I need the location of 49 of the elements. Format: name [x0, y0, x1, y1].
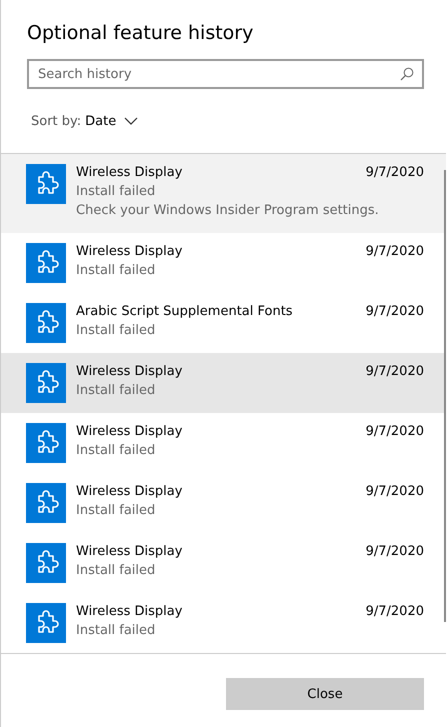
- puzzle-icon: [26, 303, 66, 343]
- search-icon: [400, 67, 414, 81]
- install-status: Install failed: [76, 442, 156, 460]
- install-date: 9/7/2020: [366, 423, 424, 441]
- feature-name: Wireless Display: [76, 243, 184, 261]
- install-status: Install failed: [76, 382, 156, 400]
- install-date: 9/7/2020: [366, 483, 424, 501]
- feature-name: Wireless Display: [76, 164, 184, 182]
- history-item[interactable]: Wireless Display Install failed 9/7/2020: [1, 233, 446, 293]
- puzzle-icon: [26, 423, 66, 463]
- feature-name: Wireless Display: [76, 543, 184, 561]
- feature-name: Wireless Display: [76, 423, 184, 441]
- history-item[interactable]: Arabic Script Supplemental Fonts Install failed 9/7/2020: [1, 293, 446, 353]
- feature-name: Wireless Display: [76, 483, 184, 501]
- install-date: 9/7/2020: [366, 164, 424, 182]
- install-date: 9/7/2020: [366, 363, 424, 381]
- install-date: 9/7/2020: [366, 303, 424, 321]
- sort-dropdown[interactable]: Date: [85, 114, 138, 128]
- install-status: Install failed: [76, 183, 156, 201]
- feature-name: Wireless Display: [76, 603, 184, 621]
- history-item[interactable]: Wireless Display Install failed 9/7/2020: [1, 353, 446, 413]
- install-status: Install failed: [76, 562, 156, 580]
- scrollbar[interactable]: [444, 170, 446, 622]
- puzzle-icon: [26, 363, 66, 403]
- puzzle-icon: [26, 243, 66, 283]
- puzzle-icon: [26, 483, 66, 523]
- install-date: 9/7/2020: [366, 543, 424, 561]
- close-button[interactable]: Close: [226, 678, 424, 710]
- install-date: 9/7/2020: [366, 243, 424, 261]
- feature-name: Arabic Script Supplemental Fonts: [76, 303, 294, 321]
- history-item[interactable]: Wireless Display Install failed 9/7/2020: [1, 413, 446, 473]
- feature-name: Wireless Display: [76, 363, 184, 381]
- puzzle-icon: [26, 543, 66, 583]
- search-field[interactable]: Search history: [27, 59, 424, 89]
- install-status: Install failed: [76, 622, 156, 640]
- history-item[interactable]: Wireless Display Install failed Check your Windows Insider Program settings. 9/7/2020: [1, 154, 446, 233]
- install-status: Install failed: [76, 262, 156, 280]
- puzzle-icon: [26, 603, 66, 643]
- history-item[interactable]: Wireless Display Install failed 9/7/2020: [1, 533, 446, 593]
- install-date: 9/7/2020: [366, 603, 424, 621]
- history-item[interactable]: Wireless Display Install failed 9/7/2020: [1, 473, 446, 533]
- history-item[interactable]: Wireless Display Install failed 9/7/2020: [1, 593, 446, 653]
- install-status: Install failed: [76, 502, 156, 520]
- status-detail: Check your Windows Insider Program settings.: [76, 202, 379, 220]
- caret-icon: [124, 117, 138, 125]
- puzzle-icon: [26, 164, 66, 204]
- sort-label: Sort by:: [31, 114, 82, 128]
- dialog-title: Optional feature history: [26, 21, 254, 46]
- install-status: Install failed: [76, 322, 156, 340]
